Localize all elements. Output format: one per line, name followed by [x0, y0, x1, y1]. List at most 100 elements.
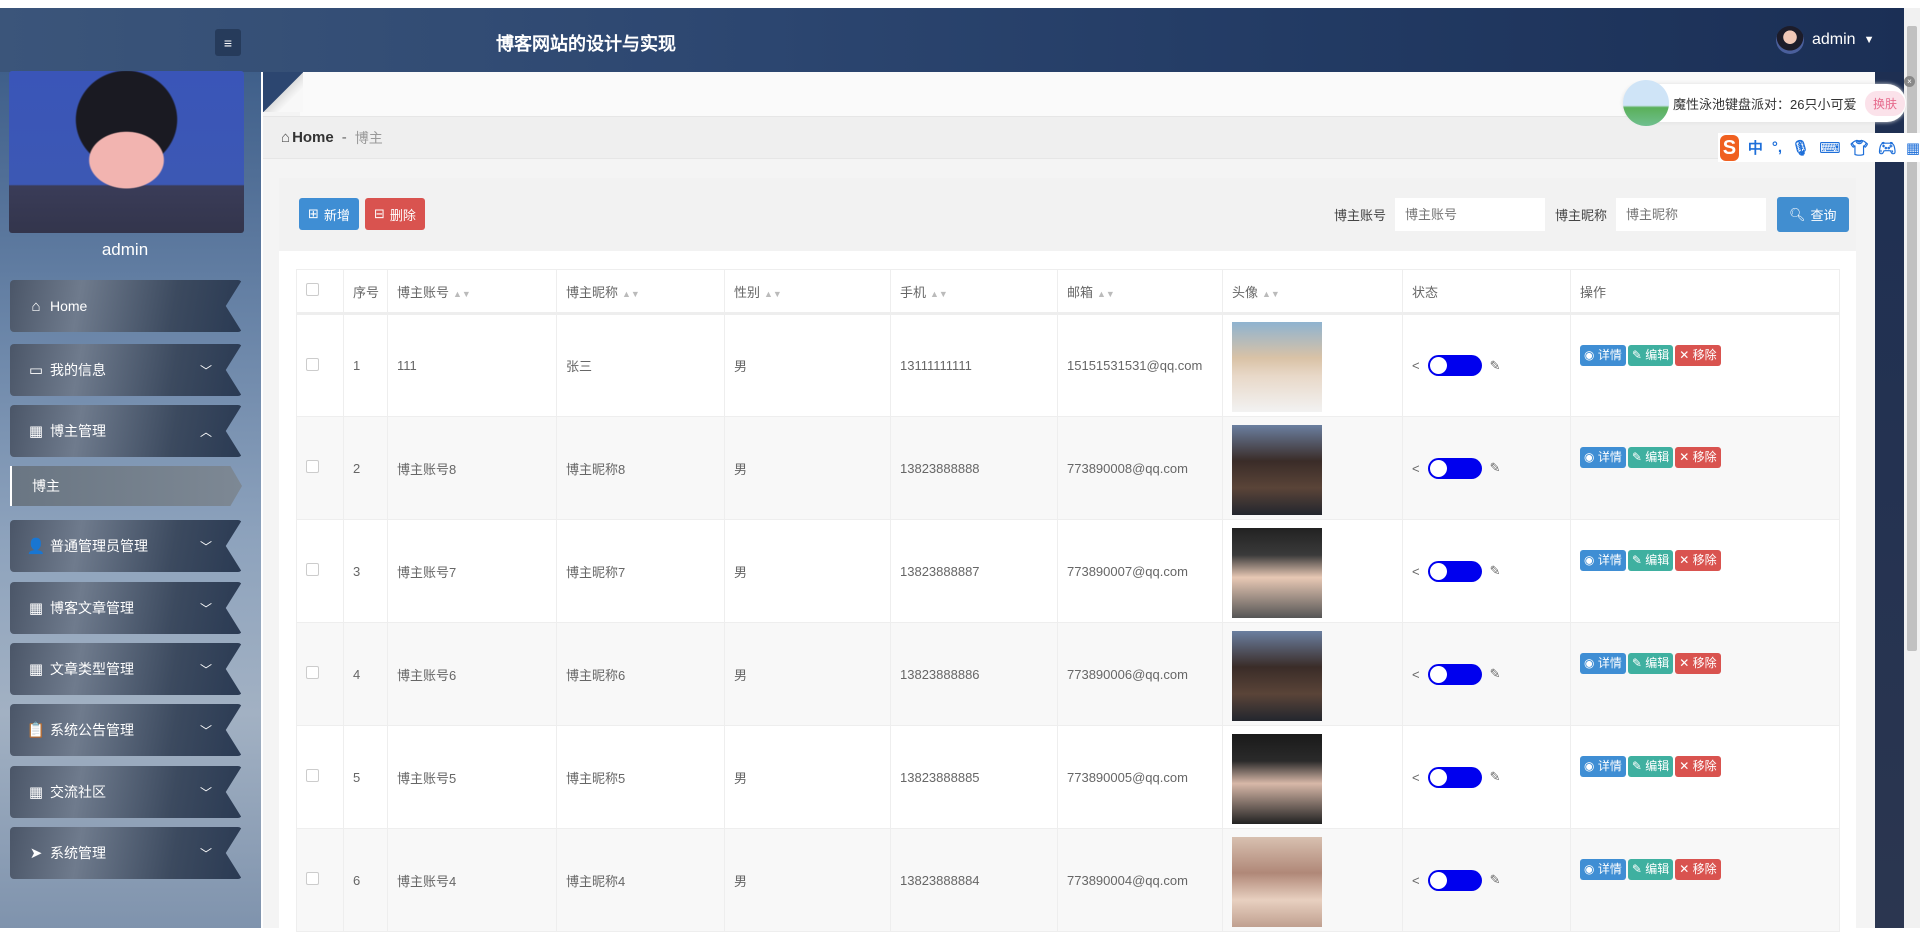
- edit-button[interactable]: ✎ 编辑: [1627, 447, 1674, 468]
- column-header[interactable]: 手机 ▲▼: [890, 269, 1058, 315]
- remove-button[interactable]: ✕ 移除: [1675, 345, 1721, 366]
- column-header[interactable]: 状态: [1402, 269, 1571, 315]
- column-header[interactable]: 性别 ▲▼: [724, 269, 891, 315]
- detail-button[interactable]: ◉ 详情: [1580, 550, 1626, 571]
- shirt-icon[interactable]: 👕︎: [1850, 139, 1869, 157]
- cell-avatar: [1222, 313, 1403, 417]
- status-toggle[interactable]: [1427, 457, 1482, 479]
- remove-button[interactable]: ✕ 移除: [1675, 550, 1721, 571]
- edit-button[interactable]: ✎ 编辑: [1627, 550, 1674, 571]
- avatar-photo[interactable]: [1232, 527, 1322, 618]
- user-menu[interactable]: admin ▼: [1776, 26, 1874, 54]
- edit-pencil-icon[interactable]: ✎: [1490, 666, 1501, 682]
- column-header[interactable]: 操作: [1570, 269, 1840, 315]
- edit-button[interactable]: ✎ 编辑: [1627, 653, 1674, 674]
- detail-button[interactable]: ◉ 详情: [1580, 345, 1626, 366]
- edit-pencil-icon[interactable]: ✎: [1490, 358, 1501, 374]
- row-checkbox[interactable]: [306, 460, 319, 473]
- edit-pencil-icon[interactable]: ✎: [1490, 872, 1501, 888]
- table-row: 6 博主账号4 博主昵称4 男 13823888884 773890004@qq.com <…: [296, 828, 1840, 932]
- avatar-photo[interactable]: [1232, 424, 1322, 515]
- nickname-input[interactable]: [1616, 198, 1766, 231]
- sidebar-item[interactable]: ▦ 博客文章管理 ﹀: [10, 582, 242, 634]
- sort-icon[interactable]: ▲▼: [764, 289, 782, 299]
- account-input[interactable]: [1395, 198, 1545, 231]
- status-toggle[interactable]: [1427, 869, 1482, 891]
- sort-icon[interactable]: ▲▼: [622, 289, 640, 299]
- edit-pencil-icon[interactable]: ✎: [1490, 769, 1501, 785]
- column-header[interactable]: 博主账号 ▲▼: [387, 269, 557, 315]
- status-group: < ✎: [1412, 663, 1501, 685]
- sidebar-item[interactable]: ▦ 文章类型管理 ﹀: [10, 643, 242, 695]
- status-toggle[interactable]: [1427, 560, 1482, 582]
- status-toggle[interactable]: [1427, 663, 1482, 685]
- avatar-photo[interactable]: [1232, 733, 1322, 824]
- detail-button[interactable]: ◉ 详情: [1580, 447, 1626, 468]
- column-header[interactable]: 序号: [343, 269, 388, 315]
- edit-pencil-icon[interactable]: ✎: [1490, 460, 1501, 476]
- sort-icon[interactable]: ▲▼: [1097, 289, 1115, 299]
- sogou-logo-icon[interactable]: S: [1720, 134, 1739, 161]
- delete-button[interactable]: ⊟ 删除: [365, 198, 425, 230]
- row-checkbox[interactable]: [306, 769, 319, 782]
- edit-button[interactable]: ✎ 编辑: [1627, 756, 1674, 777]
- select-all-checkbox[interactable]: [306, 283, 319, 296]
- status-toggle[interactable]: [1427, 355, 1482, 376]
- row-checkbox[interactable]: [306, 666, 319, 679]
- microphone-icon[interactable]: 🎙︎: [1791, 139, 1810, 157]
- column-header[interactable]: 博主昵称 ▲▼: [556, 269, 725, 315]
- row-checkbox[interactable]: [306, 872, 319, 885]
- edit-pencil-icon[interactable]: ✎: [1490, 563, 1501, 579]
- remove-button[interactable]: ✕ 移除: [1675, 756, 1721, 777]
- keyboard-icon[interactable]: ⌨: [1819, 139, 1841, 157]
- sidebar-item[interactable]: 📋 系统公告管理 ﹀: [10, 704, 242, 756]
- breadcrumb-home[interactable]: Home: [292, 129, 334, 146]
- detail-button[interactable]: ◉ 详情: [1580, 653, 1626, 674]
- cell-gender-text: 男: [734, 770, 748, 786]
- sidebar-item[interactable]: 👤 普通管理员管理 ﹀: [10, 520, 242, 572]
- sidebar-toggle-button[interactable]: ≡: [215, 29, 241, 56]
- sidebar-item[interactable]: ➤ 系统管理 ﹀: [10, 827, 242, 879]
- remove-button[interactable]: ✕ 移除: [1675, 447, 1721, 468]
- avatar-photo[interactable]: [1232, 322, 1322, 412]
- detail-button[interactable]: ◉ 详情: [1580, 859, 1626, 880]
- cell-account-text: 博主账号4: [397, 873, 457, 889]
- status-toggle[interactable]: [1427, 766, 1482, 788]
- cell-account-text: 博主账号8: [397, 461, 457, 477]
- remove-button[interactable]: ✕ 移除: [1675, 653, 1721, 674]
- edit-button[interactable]: ✎ 编辑: [1627, 859, 1674, 880]
- apps-icon[interactable]: ▦: [1906, 139, 1920, 157]
- skin-button[interactable]: 换肤: [1865, 90, 1906, 116]
- remove-button[interactable]: ✕ 移除: [1675, 859, 1721, 880]
- scrollbar-thumb[interactable]: [1907, 26, 1917, 651]
- sidebar-item[interactable]: ▦ 交流社区 ﹀: [10, 766, 242, 818]
- sidebar-item[interactable]: ▭ 我的信息 ﹀: [10, 344, 242, 396]
- column-header[interactable]: 头像 ▲▼: [1222, 269, 1403, 315]
- cell-email-text: 773890007@qq.com: [1067, 563, 1188, 579]
- sidebar-item[interactable]: ▦ 博主管理 ︿: [10, 405, 242, 457]
- add-button[interactable]: ⊞ 新增: [299, 198, 359, 230]
- share-icon: <: [1412, 358, 1420, 373]
- sidebar-item[interactable]: ⌂ Home: [10, 280, 242, 332]
- sort-icon[interactable]: ▲▼: [930, 289, 948, 299]
- sort-icon[interactable]: ▲▼: [453, 289, 471, 299]
- avatar-photo[interactable]: [1232, 836, 1322, 927]
- close-icon[interactable]: ×: [1904, 76, 1915, 87]
- avatar-photo[interactable]: [1232, 630, 1322, 721]
- sidebar-subitem-blogger[interactable]: 博主: [10, 466, 242, 506]
- row-checkbox[interactable]: [306, 357, 319, 371]
- column-header[interactable]: 邮箱 ▲▼: [1057, 269, 1223, 315]
- detail-button[interactable]: ◉ 详情: [1580, 756, 1626, 777]
- gamepad-icon[interactable]: 🎮︎: [1878, 139, 1897, 157]
- cell-nickname-text: 博主昵称7: [566, 564, 626, 580]
- sort-icon[interactable]: ▲▼: [1262, 289, 1280, 299]
- ime-toolbar: S 中 °, 🎙︎ ⌨ 👕︎ 🎮︎ ▦: [1718, 133, 1920, 162]
- punctuation-icon[interactable]: °,: [1772, 139, 1782, 156]
- row-checkbox[interactable]: [306, 563, 319, 576]
- ime-mode[interactable]: 中: [1748, 137, 1763, 158]
- grid-icon: ▦: [28, 600, 44, 617]
- search-button[interactable]: 🔍︎ 查询: [1777, 197, 1849, 232]
- edit-button[interactable]: ✎ 编辑: [1627, 345, 1674, 366]
- cell-account: 博主账号5: [387, 725, 557, 829]
- select-cell: [296, 828, 344, 932]
